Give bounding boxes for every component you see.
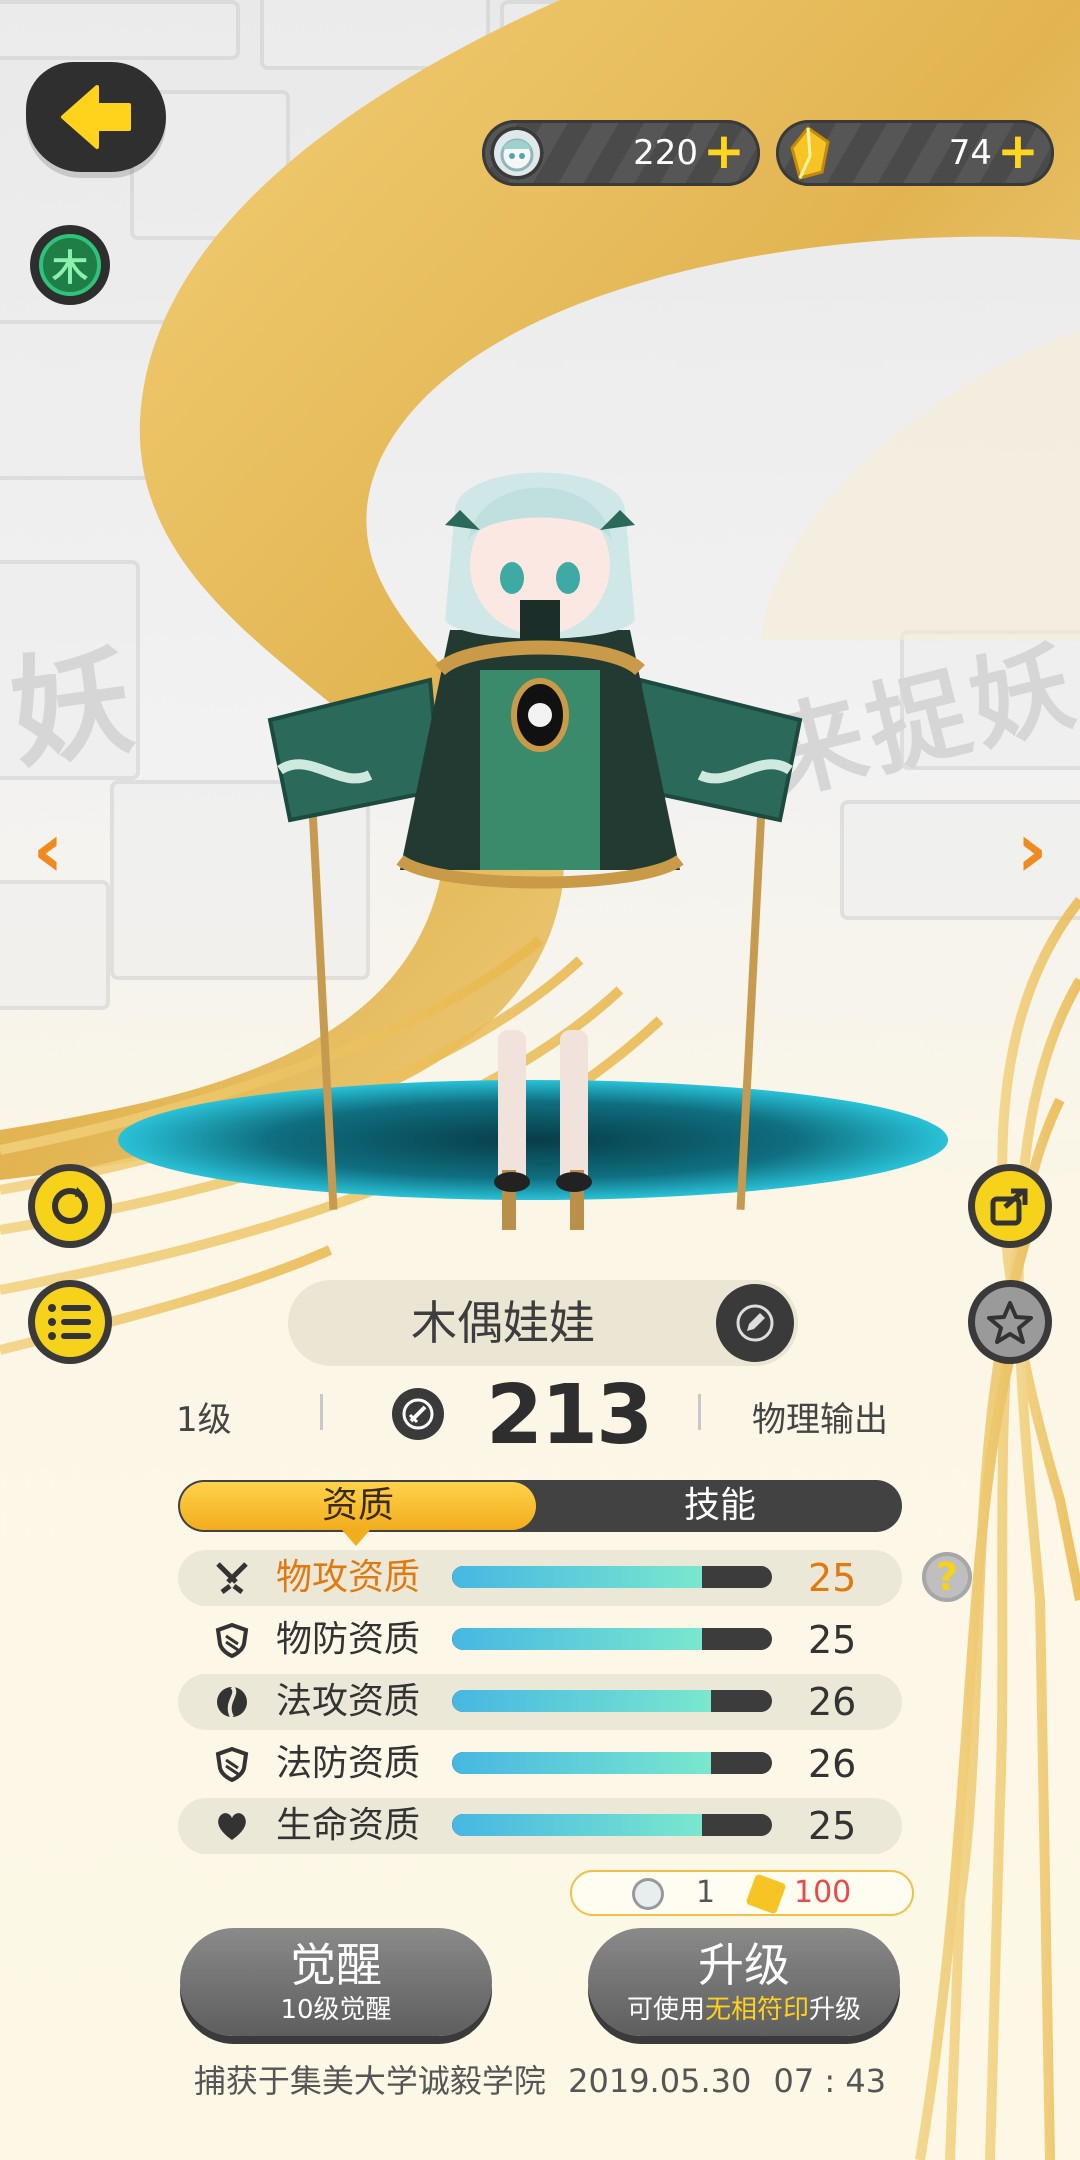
aptitude-row-physical-defense: 物防资质 25 [178,1612,902,1668]
aptitude-label: 物防资质 [276,1619,421,1660]
element-wood-label: 木 [39,234,101,296]
aptitude-bar [452,1690,772,1712]
aptitude-value: 25 [808,1556,857,1600]
pencil-icon [736,1304,774,1342]
aptitude-value: 25 [808,1804,857,1848]
aptitude-label: 物攻资质 [276,1557,421,1598]
aptitude-row-magic-defense: 法防资质 26 [178,1736,902,1792]
add-spirit-button[interactable]: + [702,126,746,176]
upgrade-sublabel: 可使用无相符印升级 [626,1995,862,2025]
awaken-label: 觉醒 [290,1938,382,1992]
aptitude-row-physical-attack: 物攻资质 25 [178,1550,902,1606]
crossed-swords-icon [216,1562,248,1594]
creature-name: 木偶娃娃 [411,1296,595,1350]
aptitude-value: 26 [808,1680,857,1724]
back-arrow-icon [61,85,131,149]
edit-name-button[interactable] [712,1280,798,1366]
aptitude-bar [452,1814,772,1836]
share-icon [990,1188,1028,1226]
creature-role: 物理输出 [752,1400,888,1440]
spirit-face-icon [490,126,544,180]
shield-icon [215,1622,249,1658]
aptitude-bar [452,1628,772,1650]
background-watermark-text: 妖 [2,630,147,786]
tab-aptitude[interactable]: 资质 [180,1482,536,1530]
previous-creature-arrow-icon[interactable]: ‹ [18,812,78,888]
divider [698,1394,701,1430]
aptitude-row-magic-attack: 法攻资质 26 [178,1674,902,1730]
add-gold-button[interactable]: + [996,126,1040,176]
gold-crystal-icon [745,1873,787,1915]
awaken-button[interactable]: 觉醒 10级觉醒 [180,1928,492,2036]
capture-info: 捕获于集美大学诚毅学院 2019.05.30 07 : 43 [0,2056,1080,2102]
aptitude-bar [452,1752,772,1774]
aptitude-value: 25 [808,1618,857,1662]
aptitude-value: 26 [808,1742,857,1786]
active-tab-pointer [342,1530,370,1546]
back-button[interactable] [26,62,166,172]
shield-icon [215,1746,249,1782]
divider [320,1394,323,1430]
tab-skills[interactable]: 技能 [540,1480,900,1532]
upgrade-cost: 1 100 [570,1870,914,1916]
question-mark-icon: ? [935,1555,959,1599]
combat-power-value: 213 [486,1368,653,1463]
gold-currency[interactable]: 74 + [776,120,1054,186]
aptitude-bar [452,1566,772,1588]
share-button[interactable] [968,1164,1052,1248]
refresh-icon [52,1187,88,1224]
next-creature-arrow-icon[interactable]: › [1002,812,1062,888]
detail-tabs: 资质 技能 [178,1480,902,1532]
list-button[interactable] [28,1280,112,1364]
star-icon [987,1301,1033,1344]
gold-cost-value: 100 [794,1875,852,1910]
awaken-sublabel: 10级觉醒 [280,1995,392,2025]
character-model [267,472,803,1230]
spirit-currency-value: 220 [633,133,698,173]
heart-icon [218,1813,246,1840]
capture-date: 2019.05.30 [568,2062,752,2100]
gold-crystal-icon [784,126,838,180]
aptitude-label: 法防资质 [276,1743,421,1784]
combat-power-icon [392,1388,444,1440]
capture-time: 07 : 43 [773,2062,887,2100]
favorite-button[interactable] [968,1280,1052,1364]
gold-currency-value: 74 [948,133,992,173]
spirit-face-icon [632,1878,664,1910]
spirit-cost-value: 1 [696,1875,716,1910]
creature-level: 1级 [176,1400,232,1440]
creature-name-box: 木偶娃娃 [288,1280,798,1366]
element-badge[interactable]: 木 [30,225,110,305]
aptitude-row-health: 生命资质 25 [178,1798,902,1854]
spirit-currency[interactable]: 220 + [482,120,760,186]
aptitude-label: 法攻资质 [276,1681,421,1722]
aptitude-label: 生命资质 [276,1805,421,1846]
magic-orb-icon [217,1685,247,1718]
capture-location: 捕获于集美大学诚毅学院 [193,2062,546,2100]
help-button[interactable]: ? [922,1552,972,1602]
list-icon [48,1304,91,1340]
refresh-button[interactable] [28,1164,112,1248]
upgrade-button[interactable]: 升级 可使用无相符印升级 [588,1928,900,2036]
upgrade-label: 升级 [698,1938,790,1992]
